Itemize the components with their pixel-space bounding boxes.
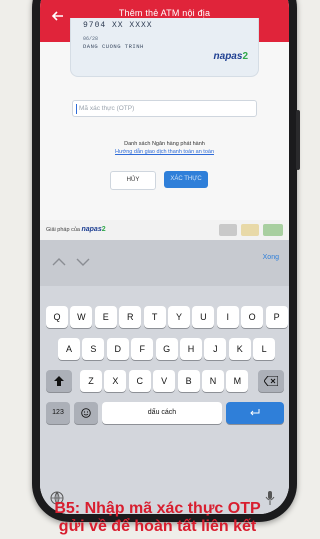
key-e[interactable]: E: [94, 306, 117, 328]
backspace-icon: [263, 375, 279, 387]
key-x[interactable]: X: [104, 370, 127, 392]
next-field-icon[interactable]: [76, 258, 90, 266]
atm-card-preview: 9704 XX XXXX 06/28 DANG CUONG TRINH napa…: [70, 18, 259, 77]
partner-logo-2: [241, 224, 259, 236]
footer-solution-text: Giải pháp của napas2: [46, 226, 106, 233]
numbers-key[interactable]: 123: [46, 402, 70, 424]
confirm-button[interactable]: XÁC THỰC: [164, 171, 208, 188]
key-p[interactable]: P: [265, 306, 288, 328]
space-key[interactable]: dấu cách: [102, 402, 222, 424]
key-d[interactable]: D: [106, 338, 129, 360]
footer-brand-mark: 2: [101, 226, 106, 233]
bank-list-link[interactable]: Danh sách Ngân hàng phát hành: [40, 141, 289, 147]
side-button: [296, 110, 300, 170]
previous-field-icon[interactable]: [52, 258, 66, 266]
key-y[interactable]: Y: [168, 306, 190, 328]
key-s[interactable]: S: [82, 338, 105, 360]
footer-brand: napas: [81, 226, 102, 233]
key-t[interactable]: T: [143, 306, 166, 328]
key-o[interactable]: O: [241, 306, 264, 328]
on-screen-keyboard: Xong QWERTYUIOP ASDFGHJKL ZXCVBNM 123 dấu …: [40, 240, 289, 514]
key-c[interactable]: C: [128, 370, 151, 392]
partner-logo-1: [219, 224, 237, 236]
key-z[interactable]: Z: [80, 370, 102, 392]
card-holder-name: DANG CUONG TRINH: [83, 43, 144, 50]
instruction-caption-line-1: B5: Nhập mã xác thực OTP: [54, 500, 261, 517]
key-v[interactable]: V: [153, 370, 176, 392]
key-w[interactable]: W: [70, 306, 93, 328]
shift-icon: [54, 376, 64, 386]
page-title: Thêm thẻ ATM nội địa: [118, 8, 211, 18]
footer-napas-logo: napas2: [81, 226, 105, 233]
napas-logo-mark: 2: [242, 51, 248, 62]
shift-key[interactable]: [46, 370, 72, 392]
key-b[interactable]: B: [177, 370, 200, 392]
key-n[interactable]: N: [202, 370, 224, 392]
key-l[interactable]: L: [253, 338, 276, 360]
key-a[interactable]: A: [58, 338, 80, 360]
partner-logo-3: [263, 224, 283, 236]
key-f[interactable]: F: [131, 338, 154, 360]
key-q[interactable]: Q: [46, 306, 68, 328]
key-h[interactable]: H: [180, 338, 202, 360]
backspace-key[interactable]: [258, 370, 284, 392]
napas-logo-text: napas: [213, 51, 243, 62]
text-cursor: [76, 104, 77, 114]
key-r[interactable]: R: [119, 306, 142, 328]
key-u[interactable]: U: [192, 306, 215, 328]
enter-icon: [250, 409, 260, 416]
go-key[interactable]: [226, 402, 284, 424]
card-expiry: 06/28: [83, 36, 99, 42]
partner-logos: [219, 224, 283, 236]
otp-input[interactable]: [72, 100, 257, 117]
key-j[interactable]: J: [204, 338, 227, 360]
phone-frame: Thêm thẻ ATM nội địa 9704 XX XXXX 06/28 …: [32, 0, 300, 522]
key-k[interactable]: K: [228, 338, 251, 360]
key-i[interactable]: I: [216, 306, 239, 328]
instruction-caption-line-2: gửi về để hoàn tất liên kết: [58, 518, 257, 535]
card-number: 9704 XX XXXX: [83, 21, 153, 30]
cancel-button[interactable]: HỦY: [110, 171, 156, 190]
emoji-key[interactable]: [74, 402, 98, 424]
safe-payment-guide-link[interactable]: Hướng dẫn giao dịch thanh toán an toàn: [40, 149, 289, 155]
emoji-icon: [81, 408, 91, 418]
phone-screen: Thêm thẻ ATM nội địa 9704 XX XXXX 06/28 …: [40, 0, 289, 514]
napas-logo: napas2: [214, 51, 248, 62]
key-g[interactable]: G: [155, 338, 178, 360]
keyboard-done-button[interactable]: Xong: [263, 254, 279, 261]
footer-bar: Giải pháp của napas2: [40, 220, 289, 240]
key-m[interactable]: M: [226, 370, 249, 392]
keyboard-toolbar: Xong: [40, 240, 289, 286]
footer-prefix: Giải pháp của: [46, 227, 80, 233]
